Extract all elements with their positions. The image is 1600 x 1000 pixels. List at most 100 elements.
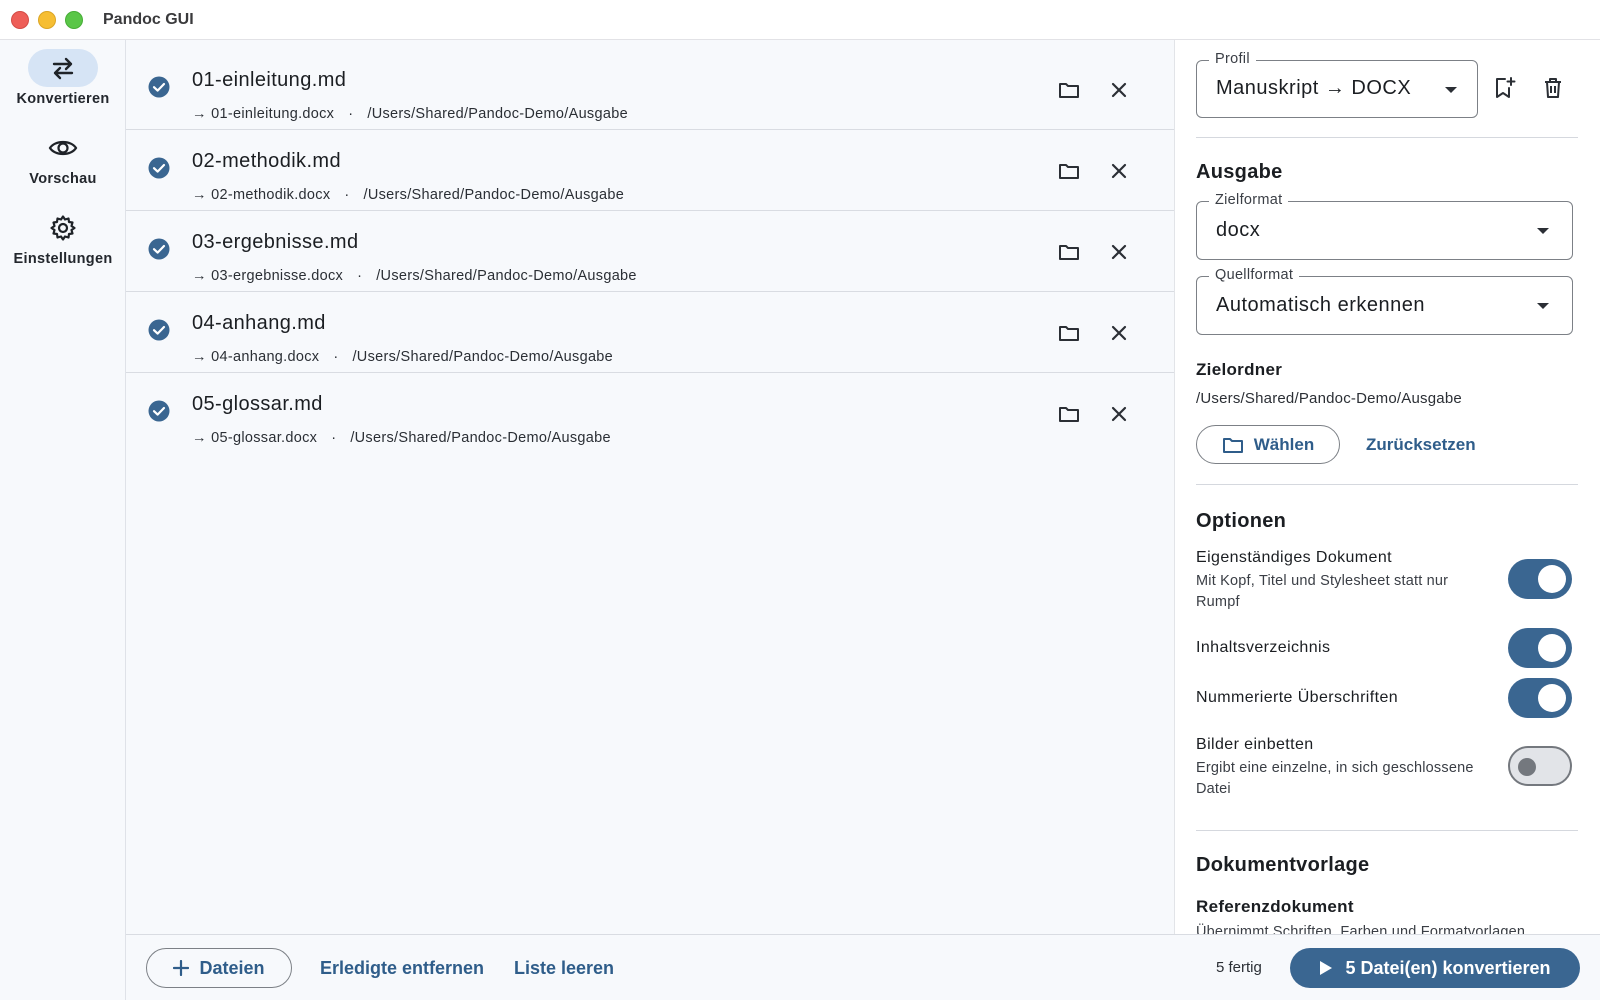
file-output-info: → 04-anhang.docx · /Users/Shared/Pandoc-De… [192, 349, 613, 365]
numbered-headings-label: Nummerierte Überschriften [1196, 689, 1399, 706]
clear-list-button[interactable]: Liste leeren [514, 958, 614, 979]
target-format-select[interactable]: Zielformat docx [1196, 192, 1573, 260]
bottom-action-bar: Dateien Erledigte entfernen Liste leeren… [126, 934, 1600, 1000]
remove-file-button[interactable] [1104, 318, 1134, 348]
minimize-window-button[interactable] [38, 10, 56, 29]
folder-icon [1059, 407, 1079, 422]
standalone-desc: Mit Kopf, Titel und Stylesheet statt nur… [1196, 573, 1449, 610]
close-icon [1111, 406, 1127, 422]
reset-folder-button[interactable]: Zurücksetzen [1366, 435, 1476, 455]
folder-icon [1059, 83, 1079, 98]
toc-toggle[interactable] [1508, 628, 1572, 668]
profile-value: Manuskript → DOCX [1216, 77, 1412, 99]
convert-label: 5 Datei(en) konvertieren [1345, 957, 1551, 978]
embed-images-label: Bilder einbetten [1196, 736, 1314, 753]
output-path: /Users/Shared/Pandoc-Demo/Ausgabe [363, 187, 625, 203]
toggle-knob [1518, 758, 1536, 776]
options-section-title: Optionen [1196, 510, 1287, 532]
reference-doc-title: Referenzdokument [1196, 897, 1354, 916]
toggle-knob [1538, 565, 1566, 593]
divider [1196, 484, 1578, 485]
source-format-legend: Quellformat [1209, 267, 1300, 283]
play-icon [1320, 961, 1333, 975]
rail-item-konvertieren[interactable]: Konvertieren [0, 49, 126, 107]
source-format-select[interactable]: Quellformat Automatisch erkennen [1196, 267, 1573, 335]
file-output-info: → 03-ergebnisse.docx · /Users/Shared/Pando… [192, 268, 637, 284]
check-circle-icon [148, 157, 170, 179]
open-folder-button[interactable] [1054, 75, 1084, 105]
check-circle-icon [148, 76, 170, 98]
navigation-rail: Konvertieren Vorschau Einstellungen [0, 40, 126, 1000]
output-section-title: Ausgabe [1196, 161, 1283, 183]
file-row[interactable]: 04-anhang.md → 04-anhang.docx · /Users/Sha… [126, 292, 1174, 373]
source-format-value: Automatisch erkennen [1216, 294, 1426, 316]
settings-panel: Profil Manuskript → DOCX Ausgabe Zielfor… [1174, 40, 1600, 934]
choose-folder-label: Wählen [1253, 434, 1315, 454]
window-controls [11, 10, 83, 29]
output-file: → 05-glossar.docx [192, 430, 318, 446]
file-row[interactable]: 01-einleitung.md → 01-einleitung.docx · /U… [126, 49, 1174, 130]
remove-file-button[interactable] [1104, 399, 1134, 429]
remove-file-button[interactable] [1104, 156, 1134, 186]
toggle-knob [1538, 684, 1566, 712]
delete-profile-button[interactable] [1537, 72, 1569, 104]
rail-item-vorschau[interactable]: Vorschau [0, 129, 126, 187]
trash-icon [1545, 78, 1561, 98]
close-window-button[interactable] [11, 10, 29, 29]
app-title: Pandoc GUI [103, 10, 194, 28]
file-row[interactable]: 02-methodik.md → 02-methodik.docx · /Users… [126, 130, 1174, 211]
gear-icon [50, 215, 76, 241]
target-format-legend: Zielformat [1209, 192, 1289, 208]
completed-count: 5 fertig [1216, 959, 1262, 976]
open-folder-button[interactable] [1054, 399, 1084, 429]
standalone-label: Eigenständiges Dokument [1196, 549, 1392, 566]
file-list: 01-einleitung.md → 01-einleitung.docx · /U… [126, 40, 1174, 934]
separator: · [333, 349, 339, 365]
embed-images-desc: Ergibt eine einzelne, in sich geschlosse… [1196, 760, 1474, 797]
numbered-headings-toggle[interactable] [1508, 678, 1572, 718]
zoom-window-button[interactable] [65, 10, 83, 29]
rail-pill [28, 129, 98, 167]
target-folder-title: Zielordner [1196, 360, 1283, 379]
output-path: /Users/Shared/Pandoc-Demo/Ausgabe [350, 430, 611, 446]
open-folder-button[interactable] [1054, 318, 1084, 348]
file-row[interactable]: 05-glossar.md → 05-glossar.docx · /Users/S… [126, 373, 1174, 454]
target-format-value: docx [1216, 219, 1261, 241]
output-file: → 01-einleitung.docx [192, 106, 335, 122]
open-folder-button[interactable] [1054, 156, 1084, 186]
reference-doc-desc: Übernimmt Schriften, Farben und Formatvo… [1196, 924, 1526, 934]
save-profile-button[interactable] [1489, 72, 1521, 104]
output-path: /Users/Shared/Pandoc-Demo/Ausgabe [367, 106, 628, 122]
separator: · [348, 106, 354, 122]
output-file: → 04-anhang.docx [192, 349, 320, 365]
divider [1196, 830, 1578, 831]
close-icon [1111, 82, 1127, 98]
embed-images-toggle[interactable] [1508, 746, 1572, 786]
remove-file-button[interactable] [1104, 237, 1134, 267]
check-circle-icon [148, 319, 170, 341]
remove-file-button[interactable] [1104, 75, 1134, 105]
open-folder-button[interactable] [1054, 237, 1084, 267]
file-output-info: → 02-methodik.docx · /Users/Shared/Pandoc-… [192, 187, 624, 203]
swap-arrows-icon [52, 57, 74, 80]
caret-down-icon [1445, 87, 1457, 93]
template-section-title: Dokumentvorlage [1196, 854, 1370, 876]
file-name: 04-anhang.md [192, 312, 326, 334]
profile-select[interactable]: Profil Manuskript → DOCX [1196, 51, 1478, 118]
output-file: → 02-methodik.docx [192, 187, 331, 203]
rail-pill [28, 49, 98, 87]
choose-folder-button[interactable]: Wählen [1196, 425, 1340, 464]
folder-icon [1222, 437, 1243, 453]
add-files-button[interactable]: Dateien [146, 948, 292, 988]
file-output-info: → 05-glossar.docx · /Users/Shared/Pandoc-D… [192, 430, 611, 446]
rail-item-einstellungen[interactable]: Einstellungen [0, 209, 126, 267]
check-circle-icon [148, 400, 170, 422]
convert-button[interactable]: 5 Datei(en) konvertieren [1290, 948, 1580, 988]
standalone-toggle[interactable] [1508, 559, 1572, 599]
separator: · [344, 187, 350, 203]
plus-icon [173, 960, 190, 976]
file-row[interactable]: 03-ergebnisse.md → 03-ergebnisse.docx · /U… [126, 211, 1174, 292]
profile-legend: Profil [1209, 51, 1256, 67]
remove-completed-button[interactable]: Erledigte entfernen [320, 958, 484, 979]
file-name: 02-methodik.md [192, 150, 341, 172]
